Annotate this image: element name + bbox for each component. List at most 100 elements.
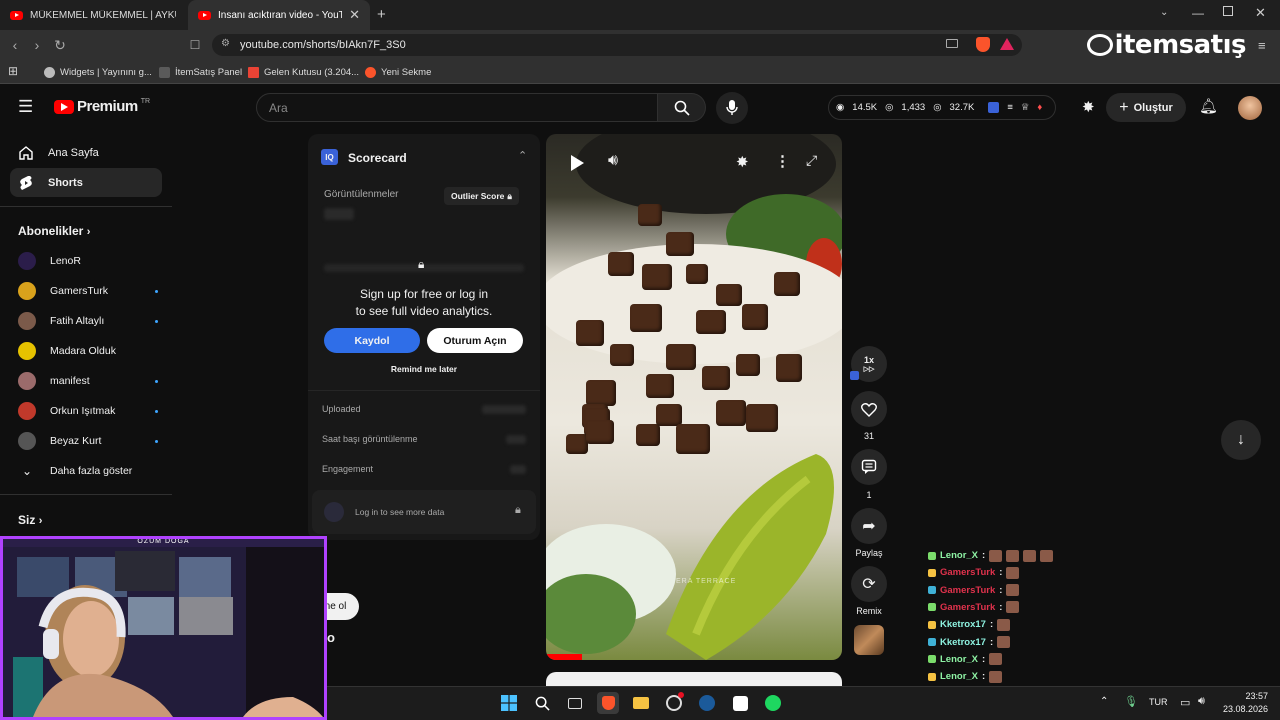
outlier-score-badge[interactable]: Outlier Score 🔒︎ (444, 187, 519, 205)
widgets-icon (44, 66, 55, 78)
file-explorer-icon[interactable] (630, 692, 652, 714)
sidebar-item-shorts[interactable]: Shorts (10, 168, 162, 197)
bookmark-item[interactable]: Widgets | Yayınını g... (44, 63, 152, 81)
maximize-icon[interactable] (1223, 6, 1233, 16)
bookmark-label: İtemSatış Panel (175, 66, 243, 78)
blurred-value (510, 465, 526, 474)
chat-username: GamersTurk (940, 584, 996, 596)
signup-button[interactable]: Kaydol (324, 328, 420, 353)
bookmark-item[interactable]: Yeni Sekme (365, 63, 431, 81)
locked-data-card[interactable]: Log in to see more data 🔒︎ (312, 490, 536, 534)
hamburger-menu-icon[interactable]: ☰ (18, 97, 33, 117)
you-heading[interactable]: Siz › (18, 513, 42, 527)
subscriptions-heading-text: Abonelikler (18, 224, 84, 238)
notifications-bell-icon[interactable]: 🔔︎ (1199, 97, 1218, 115)
subscription-item[interactable]: Orkun Işıtmak (18, 398, 158, 424)
chat-badge-icon (928, 672, 936, 681)
login-button[interactable]: Oturum Açın (427, 328, 523, 353)
speaker-icon[interactable]: 🔊︎ (1198, 695, 1205, 708)
browser-tab-active[interactable]: İnsanı acıktıran video - YouTube ✕ (188, 0, 370, 30)
tab-title: İnsanı acıktıran video - YouTube (218, 9, 343, 21)
reload-icon[interactable]: ↻ (49, 30, 71, 60)
avatar[interactable] (1238, 96, 1262, 120)
meat-piece (702, 366, 730, 390)
brave-shields-icon[interactable] (976, 37, 990, 52)
trophy-icon[interactable]: ♕ (1021, 102, 1030, 113)
bookmark-item[interactable]: Gelen Kutusu (3.204... (248, 63, 359, 81)
webcam-video (3, 547, 324, 717)
brave-browser-icon[interactable] (597, 692, 619, 714)
capcut-icon[interactable] (729, 692, 751, 714)
minimize-icon[interactable]: — (1192, 6, 1204, 20)
itemsatis-logo-icon (1086, 34, 1113, 56)
more-options-icon[interactable]: ⋮ (775, 152, 790, 170)
subscription-item[interactable]: Beyaz Kurt (18, 428, 158, 454)
obs-icon[interactable] (663, 692, 685, 714)
browser-tab[interactable]: MÜKEMMEL MÜKEMMEL | AYKUT EL (0, 0, 186, 30)
task-view-icon[interactable] (564, 692, 586, 714)
apps-grid-icon[interactable]: ⊞ (8, 64, 18, 78)
chevron-down-icon[interactable]: ⌄ (1160, 7, 1168, 18)
cast-icon[interactable] (946, 39, 958, 48)
comment-button[interactable] (851, 449, 887, 485)
show-more-button[interactable]: ⌄ Daha fazla göster (18, 458, 158, 484)
site-info-icon[interactable]: ⚙ (221, 38, 230, 49)
channel-avatar (18, 402, 36, 420)
channel-avatar (18, 432, 36, 450)
bookmark-item[interactable]: İtemSatış Panel (159, 63, 242, 81)
play-icon[interactable] (566, 152, 588, 174)
subscriptions-heading[interactable]: Abonelikler › (18, 224, 90, 238)
bookmark-icon[interactable]: ☐ (184, 30, 206, 60)
network-icon[interactable]: ▭ (1180, 696, 1190, 709)
youtube-icon (10, 10, 23, 20)
subscription-item[interactable]: manifest (18, 368, 158, 394)
next-video-button[interactable]: ↓ (1221, 420, 1261, 460)
remix-icon[interactable]: ✸ (736, 153, 749, 171)
spotify-icon[interactable] (762, 692, 784, 714)
alert-icon[interactable]: ♦ (1037, 102, 1042, 113)
tray-chevron-up-icon[interactable]: ⌃ (1100, 696, 1108, 707)
list-icon[interactable]: ≡ (1007, 102, 1013, 113)
voice-search-button[interactable] (716, 92, 748, 124)
search-input[interactable]: Ara (256, 93, 658, 122)
shorts-remix-icon[interactable]: ✸ (1082, 98, 1095, 116)
meat-piece (610, 344, 634, 366)
subscription-item[interactable]: Fatih Altaylı (18, 308, 158, 334)
share-button[interactable]: ➦ (851, 508, 887, 544)
search-button[interactable] (658, 93, 706, 122)
windows-start-icon[interactable] (498, 692, 520, 714)
remix-button[interactable]: ⟳ (851, 566, 887, 602)
steam-icon[interactable] (696, 692, 718, 714)
remind-me-later-link[interactable]: Remind me later (308, 364, 540, 374)
fullscreen-icon[interactable]: ⤢ (806, 152, 817, 169)
subscription-item[interactable]: Madara Olduk (18, 338, 158, 364)
window-close-icon[interactable]: ✕ (1255, 5, 1266, 21)
chat-username: Kketrox17 (940, 619, 986, 631)
forward-icon[interactable]: › (26, 30, 48, 60)
new-tab-icon[interactable]: + (377, 6, 386, 23)
system-clock[interactable]: 23:57 23.08.2026 (1218, 690, 1268, 716)
youtube-premium-logo[interactable]: Premium TR (54, 98, 150, 115)
channel-stats-widget[interactable]: ◉ 14.5K ◎ 1,433 ◎ 32.7K ≡ ♕ ♦ (828, 95, 1056, 120)
like-button[interactable] (851, 391, 887, 427)
itemsatis-icon (159, 66, 170, 78)
search-icon[interactable] (531, 692, 553, 714)
input-language[interactable]: TUR (1149, 697, 1168, 707)
collapse-chevron-icon[interactable]: ⌃ (518, 149, 527, 162)
url-field[interactable]: ⚙ youtube.com/shorts/bIAkn7F_3S0 (212, 34, 1022, 56)
chat-emote-icon (989, 549, 1003, 562)
back-icon[interactable]: ‹ (4, 30, 26, 60)
close-tab-icon[interactable]: ✕ (349, 7, 360, 23)
vidiq-icon[interactable] (988, 102, 1000, 113)
sound-thumbnail[interactable] (854, 625, 884, 655)
subscription-item[interactable]: LenoR (18, 248, 158, 274)
subscription-item[interactable]: GamersTurk (18, 278, 158, 304)
volume-icon[interactable]: 🔊︎ (608, 152, 618, 170)
microphone-tray-icon[interactable]: 🎙︎ (1124, 695, 1138, 708)
brave-rewards-icon[interactable] (1000, 38, 1014, 50)
shorts-video-player[interactable]: 🔊︎ ✸ ⋮ ⤢ ERA TERRACE (546, 134, 842, 660)
channel-avatar (18, 342, 36, 360)
sidebar-item-home[interactable]: Ana Sayfa (10, 138, 162, 167)
create-button[interactable]: + Oluştur (1106, 93, 1186, 122)
menu-icon[interactable]: ≡ (1258, 38, 1266, 53)
